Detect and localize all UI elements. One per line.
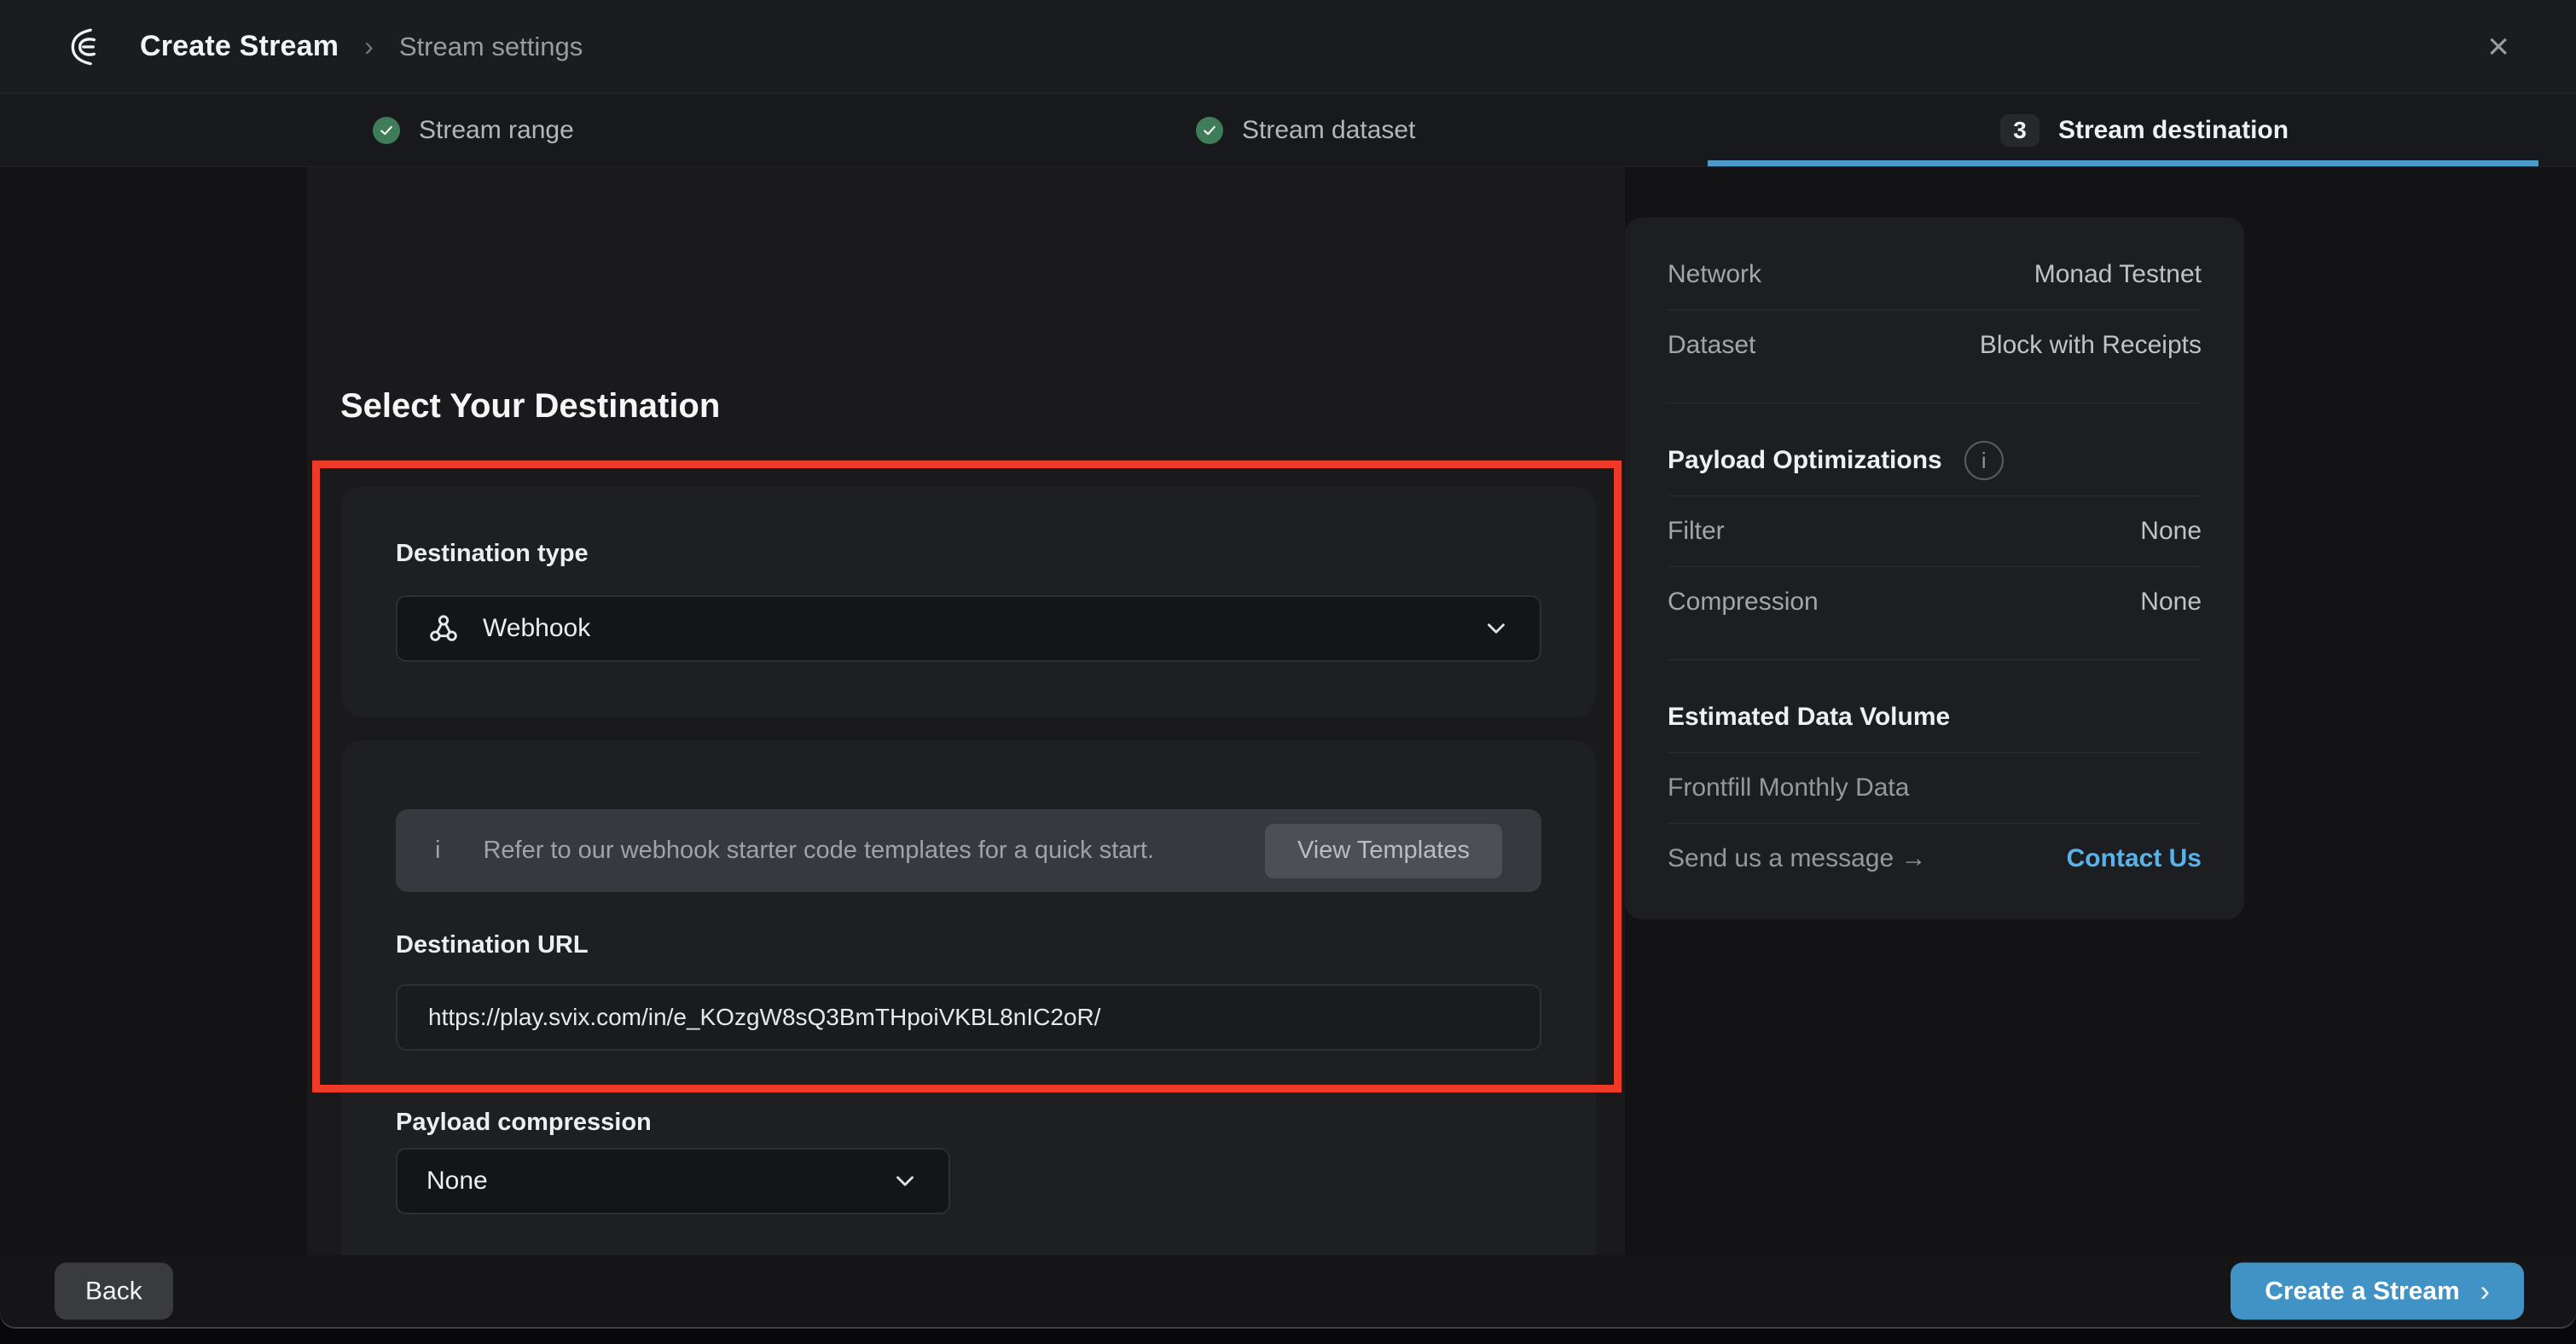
check-icon [373, 117, 400, 144]
payload-optimizations-header: Payload Optimizations i [1668, 426, 2202, 495]
compression-label: Compression [1668, 588, 1819, 617]
step-number-badge: 3 [2000, 114, 2039, 147]
destination-type-label: Destination type [396, 540, 589, 568]
step-stream-destination[interactable]: 3 Stream destination [2000, 94, 2289, 166]
payload-compression-select[interactable]: None [396, 1148, 950, 1214]
destination-url-label: Destination URL [396, 931, 589, 959]
network-value: Monad Testnet [2034, 260, 2202, 289]
stepper: Stream range Stream dataset 3 Stream des… [0, 94, 2576, 167]
estimated-volume-header: Estimated Data Volume [1668, 682, 2202, 752]
destination-type-value: Webhook [483, 614, 590, 643]
destination-type-select[interactable]: Webhook [396, 595, 1541, 662]
step-label: Stream destination [2058, 116, 2289, 145]
modal-footer: Back Create a Stream › [0, 1255, 2576, 1327]
filter-value: None [2140, 517, 2202, 546]
step-stream-dataset[interactable]: Stream dataset [1196, 94, 1415, 166]
network-label: Network [1668, 260, 1761, 289]
chevron-right-icon: › [2480, 1277, 2490, 1306]
payload-compression-value: None [426, 1167, 488, 1196]
brand-logo-icon [67, 26, 109, 68]
info-icon[interactable]: i [1964, 441, 2004, 480]
breadcrumb-separator-icon: › [364, 31, 374, 62]
breadcrumb: Stream settings [399, 32, 583, 62]
summary-row-frontfill: Frontfill Monthly Data [1668, 753, 2202, 823]
summary-row-dataset: Dataset Block with Receipts [1668, 310, 2202, 380]
main-content: Select Your Destination Destination type… [0, 167, 2576, 1255]
step-label: Stream range [419, 116, 574, 145]
estimated-volume-title: Estimated Data Volume [1668, 703, 1950, 732]
check-icon [1196, 117, 1223, 144]
webhook-icon [426, 611, 461, 646]
back-button[interactable]: Back [55, 1263, 173, 1320]
step-stream-range[interactable]: Stream range [373, 94, 574, 166]
view-templates-button[interactable]: View Templates [1265, 824, 1502, 878]
dataset-label: Dataset [1668, 331, 1755, 360]
webhook-settings-card: i Refer to our webhook starter code temp… [341, 740, 1596, 1327]
compression-value: None [2140, 588, 2202, 617]
summary-row-network: Network Monad Testnet [1668, 240, 2202, 310]
banner-text: Refer to our webhook starter code templa… [483, 837, 1154, 865]
create-stream-label: Create a Stream [2265, 1277, 2459, 1306]
summary-row-contact: Send us a message → Contact Us [1668, 824, 2202, 894]
close-icon[interactable]: × [2487, 28, 2509, 66]
info-icon: i [435, 837, 440, 865]
section-heading: Select Your Destination [340, 387, 720, 426]
templates-info-banner: i Refer to our webhook starter code temp… [396, 809, 1541, 892]
stream-summary-panel: Network Monad Testnet Dataset Block with… [1625, 217, 2244, 919]
payload-compression-label: Payload compression [396, 1109, 652, 1137]
payload-optimizations-title: Payload Optimizations [1668, 446, 1942, 475]
destination-url-input[interactable] [396, 984, 1541, 1051]
step-label: Stream dataset [1242, 116, 1415, 145]
modal-header: Create Stream › Stream settings × [0, 0, 2576, 94]
chevron-down-icon [891, 1167, 920, 1196]
section-divider [1668, 659, 2202, 660]
chevron-down-icon [1482, 614, 1511, 643]
contact-us-link[interactable]: Contact Us [2067, 844, 2202, 873]
summary-row-compression: Compression None [1668, 567, 2202, 637]
create-stream-button[interactable]: Create a Stream › [2231, 1263, 2524, 1320]
create-stream-modal: Create Stream › Stream settings × Stream… [0, 0, 2576, 1327]
active-step-underline [1708, 160, 2538, 166]
frontfill-label: Frontfill Monthly Data [1668, 773, 1909, 802]
page-title: Create Stream [140, 30, 339, 63]
destination-type-card: Destination type Webhook [341, 487, 1596, 717]
contact-message-label: Send us a message → [1668, 844, 1927, 873]
filter-label: Filter [1668, 517, 1725, 546]
summary-row-filter: Filter None [1668, 496, 2202, 566]
dataset-value: Block with Receipts [1980, 331, 2202, 360]
